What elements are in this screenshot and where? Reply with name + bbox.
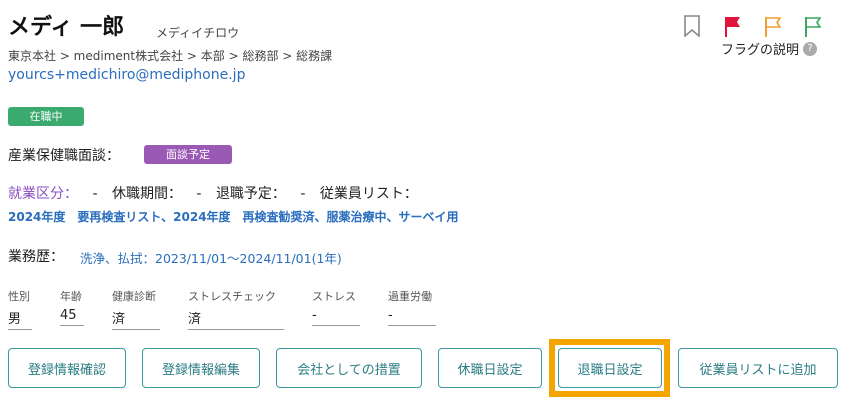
flag-help[interactable]: フラグの説明 ? — [721, 39, 818, 58]
employee-kana: メディイチロウ — [156, 26, 240, 40]
employment-status-badge: 在職中 — [8, 107, 84, 126]
stat-label: 過重労働 — [388, 290, 432, 303]
employee-name: メディ 一郎 — [8, 15, 125, 40]
stat-label: ストレス — [312, 290, 356, 303]
register-edit-button[interactable]: 登録情報編集 — [142, 348, 260, 388]
stat-value: 45 — [60, 308, 84, 326]
register-confirm-button[interactable]: 登録情報確認 — [8, 348, 126, 388]
stat-label: 性別 — [8, 290, 30, 303]
stat-overwork: 過重労働 - — [388, 288, 436, 326]
employee-list-values[interactable]: 2024年度 要再検査リスト、2024年度 再検査勧奨済、服薬治療中、サーベイ用 — [8, 208, 459, 225]
employee-list-label: 従業員リスト： — [319, 186, 418, 202]
stat-value: 済 — [188, 308, 284, 330]
stat-health-check: 健康診断 済 — [112, 288, 160, 330]
work-history-link[interactable]: 洗浄、払拭：2023/11/01～2024/11/01(1年) — [80, 248, 342, 267]
work-history-label: 業務歴： — [8, 249, 64, 265]
email-link[interactable]: yourcs+medichiro@mediphone.jp — [8, 67, 245, 83]
stat-value: - — [388, 308, 436, 326]
stat-value: - — [312, 308, 360, 326]
stat-value: 済 — [112, 308, 160, 330]
status-row: 就業区分： - 休職期間： - 退職予定： - 従業員リスト： — [8, 183, 418, 203]
stat-label: 年齢 — [60, 290, 82, 303]
retirement-value: - — [300, 186, 306, 202]
stat-label: ストレスチェック — [188, 290, 276, 303]
leave-period-label: 休職期間： — [111, 186, 182, 202]
interview-label: 産業保健職面談： — [8, 148, 120, 164]
stat-stress: ストレス - — [312, 288, 360, 326]
stat-age: 年齢 45 — [60, 288, 84, 326]
retirement-date-button[interactable]: 退職日設定 — [558, 348, 662, 388]
stat-stress-check: ストレスチェック 済 — [188, 288, 284, 330]
interview-status-badge: 面談予定 — [144, 145, 232, 164]
bookmark-icon[interactable] — [683, 15, 701, 41]
stat-value: 男 — [8, 308, 32, 330]
breadcrumb: 東京本社 > mediment株式会社 > 本部 > 総務部 > 総務課 — [8, 49, 333, 63]
stat-label: 健康診断 — [112, 290, 156, 303]
leave-period-value: - — [196, 186, 202, 202]
leave-date-button[interactable]: 休職日設定 — [438, 348, 542, 388]
work-class-value: - — [92, 186, 98, 202]
stat-gender: 性別 男 — [8, 288, 32, 330]
work-class-label[interactable]: 就業区分： — [8, 186, 78, 202]
question-icon: ? — [803, 41, 818, 56]
flag-help-label: フラグの説明 — [721, 43, 800, 58]
company-measures-button[interactable]: 会社としての措置 — [276, 348, 422, 388]
add-to-employee-list-button[interactable]: 従業員リストに追加 — [678, 348, 838, 388]
retirement-label: 退職予定： — [215, 186, 286, 202]
